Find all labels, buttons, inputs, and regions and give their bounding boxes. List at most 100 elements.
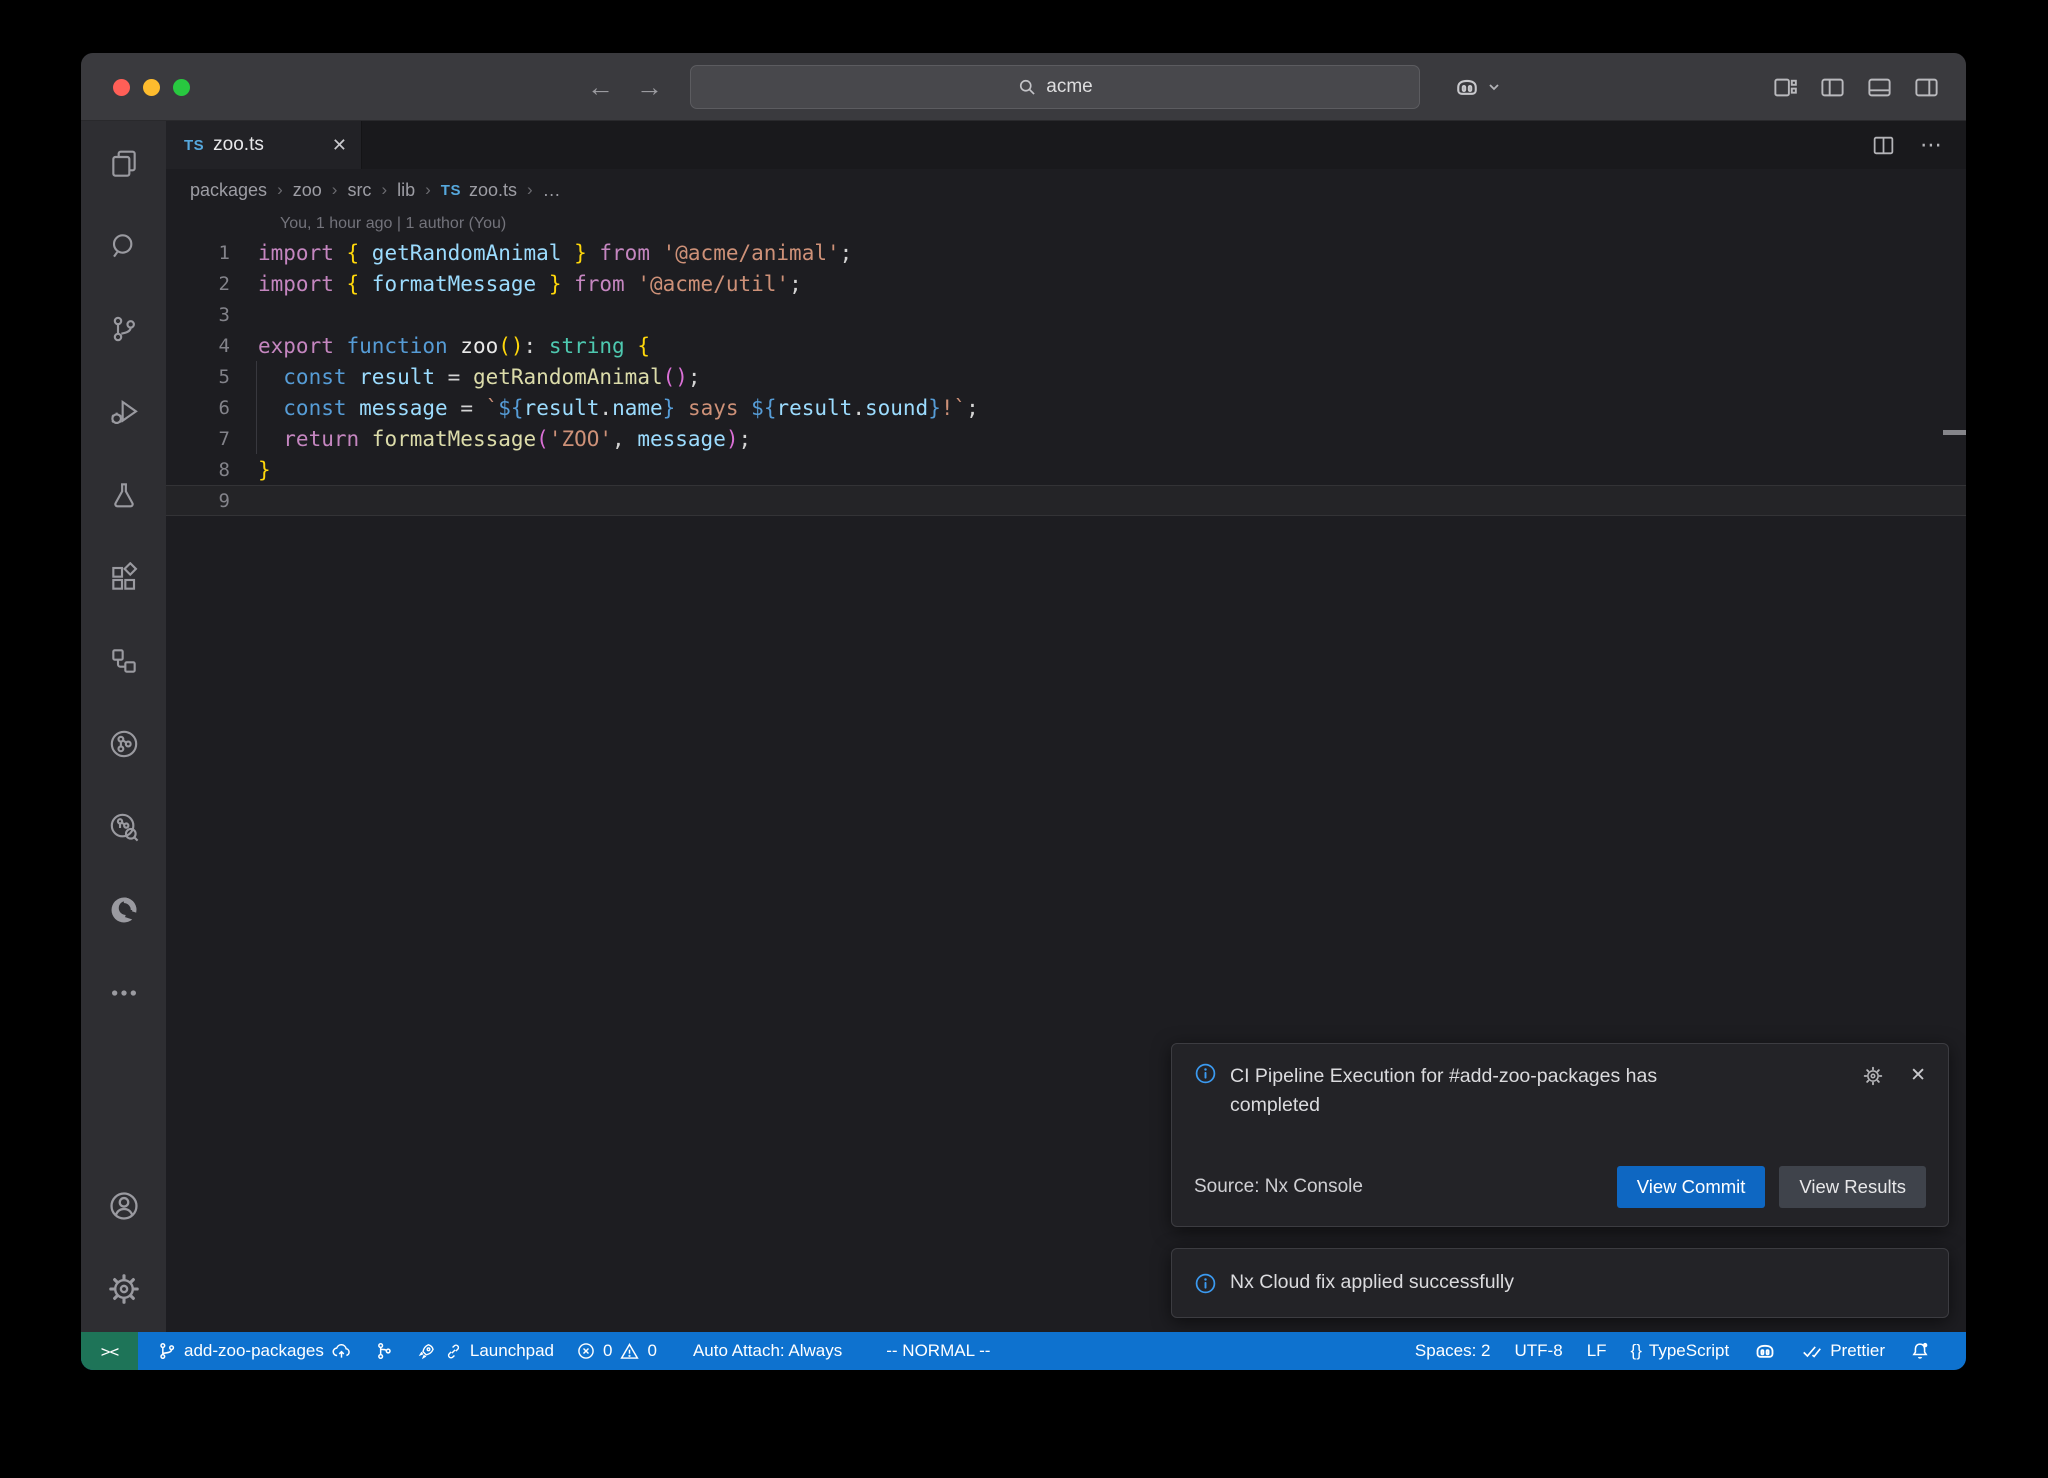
eol-indicator[interactable]: LF <box>1578 1332 1616 1370</box>
warning-count: 0 <box>647 1341 656 1361</box>
problems-indicator[interactable]: 0 0 <box>567 1332 666 1370</box>
notifications-bell[interactable] <box>1900 1332 1940 1370</box>
search-icon <box>108 230 140 262</box>
indentation-indicator[interactable]: Spaces: 2 <box>1406 1332 1500 1370</box>
view-results-button[interactable]: View Results <box>1779 1166 1926 1208</box>
activitybar-settings[interactable] <box>81 1247 166 1330</box>
line-number: 7 <box>166 428 230 450</box>
activitybar-search[interactable] <box>81 204 166 287</box>
activitybar-source-control[interactable] <box>81 287 166 370</box>
status-bar: >< add-zoo-packages <box>81 1332 1966 1370</box>
code-line[interactable]: 4export function zoo(): string { <box>166 330 1966 361</box>
encoding-indicator[interactable]: UTF-8 <box>1506 1332 1572 1370</box>
code-text: import { formatMessage } from '@acme/uti… <box>258 272 802 296</box>
eol-label: LF <box>1587 1341 1607 1361</box>
launchpad-indicator[interactable]: Launchpad <box>407 1332 563 1370</box>
vscode-window: ← → acme <box>81 53 1966 1370</box>
nx-console-icon <box>107 727 141 761</box>
window-controls <box>113 79 190 96</box>
activitybar-explorer[interactable] <box>81 121 166 204</box>
branch-indicator[interactable]: add-zoo-packages <box>148 1332 361 1370</box>
run-debug-icon <box>108 396 140 428</box>
activitybar-hierarchy[interactable] <box>81 619 166 702</box>
remote-indicator[interactable]: >< <box>81 1332 138 1370</box>
code-line[interactable]: 6 const message = `${result.name} says $… <box>166 392 1966 423</box>
breadcrumb: packages › zoo › src › lib › TS zoo.ts ›… <box>166 169 1966 211</box>
toggle-sidebar-right-icon[interactable] <box>1913 74 1940 101</box>
breadcrumb-more[interactable]: … <box>543 180 561 201</box>
activitybar-nx-cloud[interactable] <box>81 785 166 868</box>
code-line[interactable]: 9 <box>166 485 1966 516</box>
code-line[interactable]: 8} <box>166 454 1966 485</box>
code-text: import { getRandomAnimal } from '@acme/a… <box>258 241 852 265</box>
formatter-indicator[interactable]: Prettier <box>1792 1332 1894 1370</box>
search-icon <box>1017 77 1037 97</box>
beaker-icon <box>108 479 140 511</box>
activitybar-accounts[interactable] <box>81 1164 166 1247</box>
activitybar-more[interactable] <box>81 951 166 1034</box>
notification-settings-gear-icon[interactable] <box>1862 1065 1884 1087</box>
customize-layout-icon[interactable] <box>1772 74 1799 101</box>
tab-label: zoo.ts <box>213 134 264 156</box>
auto-attach-label: Auto Attach: Always <box>693 1341 842 1361</box>
formatter-label: Prettier <box>1830 1341 1885 1361</box>
indent-guide <box>256 361 257 454</box>
auto-attach-indicator[interactable]: Auto Attach: Always <box>684 1332 851 1370</box>
source-control-graph-indicator[interactable] <box>365 1332 403 1370</box>
line-number: 1 <box>166 242 230 264</box>
code-line[interactable]: 7 return formatMessage('ZOO', message); <box>166 423 1966 454</box>
maximize-window-button[interactable] <box>173 79 190 96</box>
back-icon[interactable]: ← <box>587 72 614 103</box>
activitybar-run-debug[interactable] <box>81 370 166 453</box>
vim-mode-label: -- NORMAL -- <box>886 1341 990 1361</box>
toggle-sidebar-left-icon[interactable] <box>1819 74 1846 101</box>
chevron-right-icon: › <box>527 180 533 200</box>
language-indicator[interactable]: {} TypeScript <box>1622 1332 1739 1370</box>
activitybar-testing[interactable] <box>81 453 166 536</box>
close-tab-icon[interactable]: ✕ <box>332 135 347 156</box>
forward-icon[interactable]: → <box>636 72 663 103</box>
breadcrumb-item[interactable]: lib <box>397 180 415 201</box>
code-line[interactable]: 5 const result = getRandomAnimal(); <box>166 361 1966 392</box>
copilot-status[interactable] <box>1744 1332 1786 1370</box>
breadcrumb-item[interactable]: packages <box>190 180 267 201</box>
breadcrumb-item[interactable]: zoo <box>293 180 322 201</box>
copilot-icon[interactable] <box>1453 73 1481 101</box>
code-line[interactable]: 2import { formatMessage } from '@acme/ut… <box>166 268 1966 299</box>
error-count: 0 <box>603 1341 612 1361</box>
ellipsis-icon <box>108 977 140 1009</box>
minimize-window-button[interactable] <box>143 79 160 96</box>
code-text: } <box>258 458 271 482</box>
split-editor-icon[interactable] <box>1871 133 1896 158</box>
breadcrumb-item[interactable]: src <box>347 180 371 201</box>
info-icon <box>1194 1272 1217 1295</box>
copilot-icon <box>1753 1339 1777 1363</box>
breadcrumb-file[interactable]: TS zoo.ts <box>441 180 517 201</box>
activitybar-edge-tools[interactable] <box>81 868 166 951</box>
title-bar: ← → acme <box>81 53 1966 121</box>
vim-mode-indicator[interactable]: -- NORMAL -- <box>877 1332 999 1370</box>
link-icon <box>444 1342 463 1361</box>
code-text: export function zoo(): string { <box>258 334 650 358</box>
account-icon <box>107 1189 141 1223</box>
error-icon <box>576 1341 596 1361</box>
view-commit-button[interactable]: View Commit <box>1617 1166 1766 1208</box>
code-line[interactable]: 1 import { getRandomAnimal } from '@acme/… <box>166 237 1966 268</box>
source-control-icon <box>108 313 140 345</box>
launchpad-label: Launchpad <box>470 1341 554 1361</box>
line-number: 8 <box>166 459 230 481</box>
notification-close-icon[interactable]: ✕ <box>1910 1064 1926 1087</box>
more-actions-icon[interactable]: ⋯ <box>1920 132 1944 158</box>
close-window-button[interactable] <box>113 79 130 96</box>
activitybar-extensions[interactable] <box>81 536 166 619</box>
code-text: const message = `${result.name} says ${r… <box>258 396 979 420</box>
activitybar-nx-console[interactable] <box>81 702 166 785</box>
tab-zoo-ts[interactable]: TS zoo.ts ✕ <box>166 121 362 169</box>
toggle-panel-icon[interactable] <box>1866 74 1893 101</box>
code-line[interactable]: 3 <box>166 299 1966 330</box>
line-number: 3 <box>166 304 230 326</box>
typescript-file-icon: TS <box>184 137 204 154</box>
chevron-down-icon[interactable] <box>1487 80 1501 94</box>
command-center-search[interactable]: acme <box>690 65 1420 109</box>
git-blame-annotation[interactable]: You, 1 hour ago | 1 author (You) <box>166 211 1966 237</box>
